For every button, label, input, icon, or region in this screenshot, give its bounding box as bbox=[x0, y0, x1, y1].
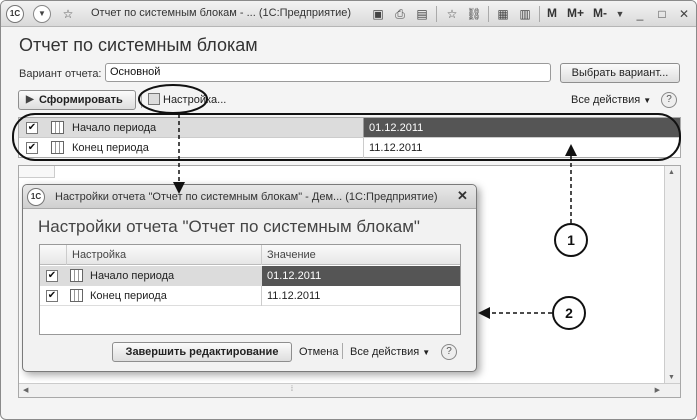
chevron-down-icon: ▼ bbox=[643, 96, 652, 105]
dialog-window-title: Настройки отчета "Отчет по системным бло… bbox=[55, 191, 438, 203]
vertical-scrollbar[interactable]: ▲ ▼ bbox=[664, 166, 680, 397]
callout-2: 2 bbox=[552, 296, 586, 330]
row-checkbox[interactable]: ✔ bbox=[26, 142, 38, 154]
setting-value-cell[interactable]: 01.12.2011 bbox=[262, 266, 460, 286]
memory-minus-button[interactable]: M- bbox=[593, 6, 607, 20]
title-bar: 1С ▼ ☆ Отчет по системным блокам - ... (… bbox=[1, 1, 696, 27]
table-row[interactable]: ✔ Конец периода 11.12.2011 bbox=[19, 138, 680, 158]
corner-cell bbox=[19, 166, 55, 178]
table-row[interactable]: ✔ Конец периода 11.12.2011 bbox=[40, 286, 460, 306]
setting-value[interactable]: 11.12.2011 bbox=[369, 142, 422, 154]
generate-button[interactable]: ▶ Сформировать bbox=[18, 90, 136, 110]
choose-variant-button[interactable]: Выбрать вариант... bbox=[560, 63, 680, 83]
help-icon[interactable]: ? bbox=[441, 344, 457, 360]
toolbar-divider bbox=[436, 6, 437, 22]
grid-header: Настройка Значение bbox=[40, 245, 460, 265]
link-icon[interactable]: ⛓ bbox=[465, 5, 483, 23]
app-logo-icon[interactable]: 1С bbox=[6, 5, 24, 23]
callout-1: 1 bbox=[554, 223, 588, 257]
settings-dialog: 1С Настройки отчета "Отчет по системным … bbox=[22, 184, 477, 372]
variant-label: Вариант отчета: bbox=[19, 68, 102, 80]
setting-value-cell[interactable]: 01.12.2011 bbox=[363, 118, 680, 137]
print-icon[interactable]: ⎙ bbox=[391, 5, 409, 23]
settings-link-label: Настройка... bbox=[163, 94, 227, 106]
page-title: Отчет по системным блокам bbox=[19, 35, 258, 55]
preview-icon[interactable]: ▤ bbox=[413, 5, 431, 23]
scroll-left-icon[interactable]: ◀ bbox=[23, 386, 28, 394]
calendar-icon bbox=[70, 289, 83, 302]
app-logo-icon: 1С bbox=[27, 188, 45, 206]
row-checkbox[interactable]: ✔ bbox=[46, 290, 58, 302]
setting-value[interactable]: 11.12.2011 bbox=[267, 290, 320, 302]
command-divider bbox=[342, 343, 343, 359]
scroll-thumb-icon[interactable]: ⁞ bbox=[291, 386, 293, 393]
setting-name: Начало периода bbox=[90, 270, 175, 282]
column-header-value[interactable]: Значение bbox=[267, 249, 316, 261]
generate-button-label: Сформировать bbox=[39, 94, 123, 106]
setting-name: Конец периода bbox=[72, 142, 149, 154]
calendar-icon bbox=[70, 269, 83, 282]
scroll-right-icon[interactable]: ▶ bbox=[655, 386, 660, 394]
setting-name: Конец периода bbox=[90, 290, 167, 302]
main-window: 1С ▼ ☆ Отчет по системным блокам - ... (… bbox=[0, 0, 697, 420]
setting-value: 01.12.2011 bbox=[267, 270, 322, 282]
table-row[interactable]: ✔ Начало периода 01.12.2011 bbox=[19, 118, 680, 138]
help-icon[interactable]: ? bbox=[661, 92, 677, 108]
chevron-down-icon: ▼ bbox=[422, 348, 431, 357]
all-actions-label: Все действия bbox=[571, 94, 641, 106]
calendar-icon bbox=[51, 141, 64, 154]
command-divider bbox=[141, 92, 142, 108]
settings-table: ✔ Начало периода 01.12.2011 ✔ Конец пери… bbox=[18, 117, 681, 158]
toolbar-divider bbox=[539, 6, 540, 22]
calculator-icon[interactable]: ▥ bbox=[516, 5, 534, 23]
maximize-icon[interactable]: □ bbox=[653, 5, 671, 23]
all-actions-menu[interactable]: Все действия ▼ bbox=[571, 94, 651, 106]
save-icon[interactable]: ▣ bbox=[369, 5, 387, 23]
minimize-icon[interactable]: _ bbox=[631, 5, 649, 23]
favorite-add-icon[interactable]: ☆ bbox=[443, 5, 461, 23]
column-divider bbox=[363, 138, 364, 158]
row-checkbox[interactable]: ✔ bbox=[46, 270, 58, 282]
dialog-title-bar: 1С Настройки отчета "Отчет по системным … bbox=[23, 185, 476, 209]
setting-value: 01.12.2011 bbox=[369, 122, 424, 134]
column-divider bbox=[66, 245, 67, 265]
finish-editing-button[interactable]: Завершить редактирование bbox=[112, 342, 292, 362]
menu-dropdown-icon[interactable]: ▼ bbox=[33, 5, 51, 23]
dialog-heading: Настройки отчета "Отчет по системным бло… bbox=[38, 217, 420, 236]
dialog-settings-grid: Настройка Значение ✔ Начало периода 01.1… bbox=[39, 244, 461, 335]
column-divider bbox=[261, 245, 262, 265]
scroll-up-icon[interactable]: ▲ bbox=[668, 169, 675, 176]
window-title: Отчет по системным блокам - ... (1С:Пред… bbox=[91, 7, 352, 19]
setting-name: Начало периода bbox=[72, 122, 157, 134]
scroll-down-icon[interactable]: ▼ bbox=[668, 374, 675, 381]
settings-icon bbox=[148, 93, 160, 105]
play-icon: ▶ bbox=[26, 94, 34, 105]
toolbar-divider bbox=[488, 6, 489, 22]
chevron-down-icon[interactable]: ▼ bbox=[611, 5, 629, 23]
cancel-link[interactable]: Отмена bbox=[299, 346, 338, 358]
row-checkbox[interactable]: ✔ bbox=[26, 122, 38, 134]
column-header-setting[interactable]: Настройка bbox=[72, 249, 126, 261]
settings-link[interactable]: Настройка... bbox=[148, 93, 226, 106]
close-icon[interactable]: ✕ bbox=[675, 5, 693, 23]
all-actions-label: Все действия bbox=[350, 346, 420, 358]
memory-plus-button[interactable]: M+ bbox=[567, 6, 584, 20]
memory-m-button[interactable]: M bbox=[547, 6, 557, 20]
dialog-all-actions-menu[interactable]: Все действия ▼ bbox=[350, 346, 430, 358]
table-row[interactable]: ✔ Начало периода 01.12.2011 bbox=[40, 266, 460, 286]
calendar-icon[interactable]: ▦ bbox=[494, 5, 512, 23]
horizontal-scrollbar[interactable]: ◀ ⁞ ▶ bbox=[19, 383, 680, 397]
calendar-icon bbox=[51, 121, 64, 134]
variant-field[interactable]: Основной bbox=[105, 63, 551, 82]
favorite-star-icon[interactable]: ☆ bbox=[59, 5, 77, 23]
close-icon[interactable]: ✕ bbox=[457, 188, 468, 204]
column-divider bbox=[261, 286, 262, 306]
